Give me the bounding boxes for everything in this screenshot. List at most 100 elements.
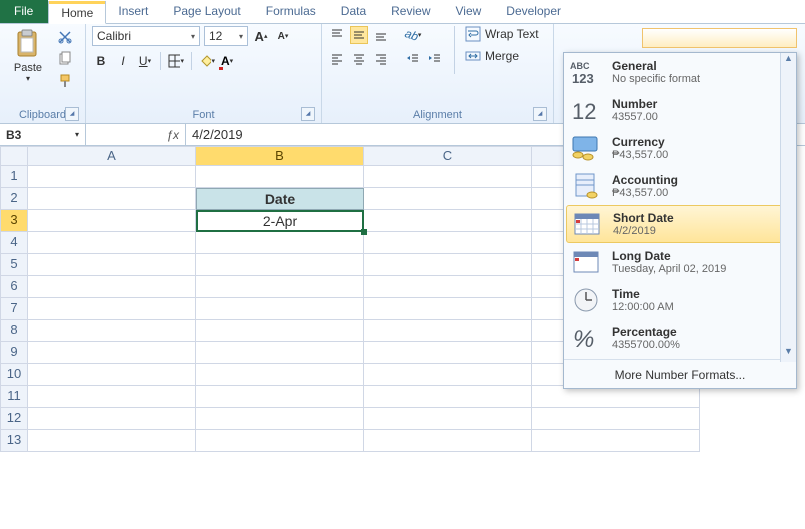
currency-icon [570,133,604,163]
svg-text:ABC: ABC [570,61,590,71]
select-all-corner[interactable] [0,146,28,166]
alignment-label: Alignment [413,109,462,121]
font-size-combo[interactable]: 12▾ [204,26,248,46]
row-header[interactable]: 11 [0,386,28,408]
col-header-A[interactable]: A [28,146,196,166]
row-header[interactable]: 7 [0,298,28,320]
align-middle-button[interactable] [350,26,368,44]
shrink-font-button[interactable]: A▾ [274,27,292,45]
tab-file[interactable]: File [0,0,48,23]
align-center-icon [352,52,366,66]
align-top-icon [330,28,344,42]
border-icon [168,54,180,68]
row-header[interactable]: 8 [0,320,28,342]
italic-button[interactable]: I [114,52,132,70]
wrap-text-button[interactable]: Wrap Text [465,26,539,42]
indent-icon [428,52,442,66]
align-left-button[interactable] [328,50,346,68]
tab-home[interactable]: Home [48,1,106,24]
number-format-combo[interactable]: ▼ [642,28,797,48]
decrease-indent-button[interactable] [404,50,422,68]
tab-developer[interactable]: Developer [494,0,574,23]
row-header[interactable]: 1 [0,166,28,188]
row-header[interactable]: 4 [0,232,28,254]
row-header[interactable]: 3 [0,210,28,232]
row-header[interactable]: 10 [0,364,28,386]
cell-B3[interactable]: 2-Apr [196,210,364,232]
format-short-date[interactable]: Short Date4/2/2019 [566,205,794,243]
tab-formulas[interactable]: Formulas [254,0,329,23]
increase-indent-button[interactable] [426,50,444,68]
format-accounting[interactable]: Accounting₱43,557.00 [564,167,796,205]
row-header[interactable]: 2 [0,188,28,210]
format-time[interactable]: Time12:00:00 AM [564,281,796,319]
format-percentage[interactable]: % Percentage4355700.00% [564,319,796,357]
align-top-button[interactable] [328,26,346,44]
col-header-B[interactable]: B [196,146,364,166]
format-long-date[interactable]: Long DateTuesday, April 02, 2019 [564,243,796,281]
cut-button[interactable] [56,28,74,46]
copy-button[interactable] [56,50,74,68]
ribbon-tabs: File Home Insert Page Layout Formulas Da… [0,0,805,24]
format-general[interactable]: ABC123 GeneralNo specific format [564,53,796,91]
row-header[interactable]: 13 [0,430,28,452]
accounting-icon [570,171,604,201]
outdent-icon [406,52,420,66]
merge-icon [465,48,481,64]
borders-button[interactable]: ▾ [167,52,185,70]
align-center-button[interactable] [350,50,368,68]
col-header-C[interactable]: C [364,146,532,166]
format-currency[interactable]: Currency₱43,557.00 [564,129,796,167]
number-format-input[interactable] [645,30,805,46]
calendar-icon [570,247,604,277]
font-launcher[interactable]: ◢ [301,107,315,121]
merge-button[interactable]: Merge [465,48,539,64]
format-number[interactable]: 12 Number43557.00 [564,91,796,129]
fill-handle[interactable] [361,229,367,235]
clock-icon [570,285,604,315]
font-color-button[interactable]: A▾ [220,52,238,70]
more-number-formats[interactable]: More Number Formats... [564,362,796,388]
orientation-button[interactable]: ab▾ [404,26,422,44]
row-header[interactable]: 9 [0,342,28,364]
paste-label: Paste [14,62,42,74]
svg-text:%: % [573,326,594,353]
paste-button[interactable]: Paste ▾ [6,26,50,83]
tab-data[interactable]: Data [329,0,379,23]
row-header[interactable]: 5 [0,254,28,276]
wrap-label: Wrap Text [485,27,539,41]
number-icon: 12 [570,95,604,125]
underline-button[interactable]: U▾ [136,52,154,70]
fill-color-button[interactable]: ▾ [198,52,216,70]
cell-B2[interactable]: Date [196,188,364,210]
bold-button[interactable]: B [92,52,110,70]
grow-font-button[interactable]: A▴ [252,27,270,45]
row-header[interactable]: 6 [0,276,28,298]
tab-insert[interactable]: Insert [106,0,161,23]
clipboard-launcher[interactable]: ◢ [65,107,79,121]
svg-text:12: 12 [572,99,596,124]
row-header[interactable]: 12 [0,408,28,430]
font-group-label: Font [192,109,214,121]
dropdown-scrollbar[interactable]: ▲▼ [780,53,796,362]
merge-label: Merge [485,49,519,63]
format-painter-button[interactable] [56,72,74,90]
tab-review[interactable]: Review [379,0,443,23]
align-left-icon [330,52,344,66]
clipboard-label: Clipboard [19,109,66,121]
calendar-icon [571,209,605,239]
paste-icon [12,28,44,60]
font-name-combo[interactable]: Calibri▾ [92,26,200,46]
name-box[interactable]: B3▾ [0,124,86,145]
alignment-launcher[interactable]: ◢ [533,107,547,121]
tab-view[interactable]: View [444,0,495,23]
percent-icon: % [570,323,604,353]
copy-icon [57,51,73,67]
align-right-icon [374,52,388,66]
align-right-button[interactable] [372,50,390,68]
fx-button[interactable]: ƒx [86,124,186,145]
align-middle-icon [352,28,366,42]
tab-page-layout[interactable]: Page Layout [161,0,253,23]
align-bottom-button[interactable] [372,26,390,44]
brush-icon [57,73,73,89]
